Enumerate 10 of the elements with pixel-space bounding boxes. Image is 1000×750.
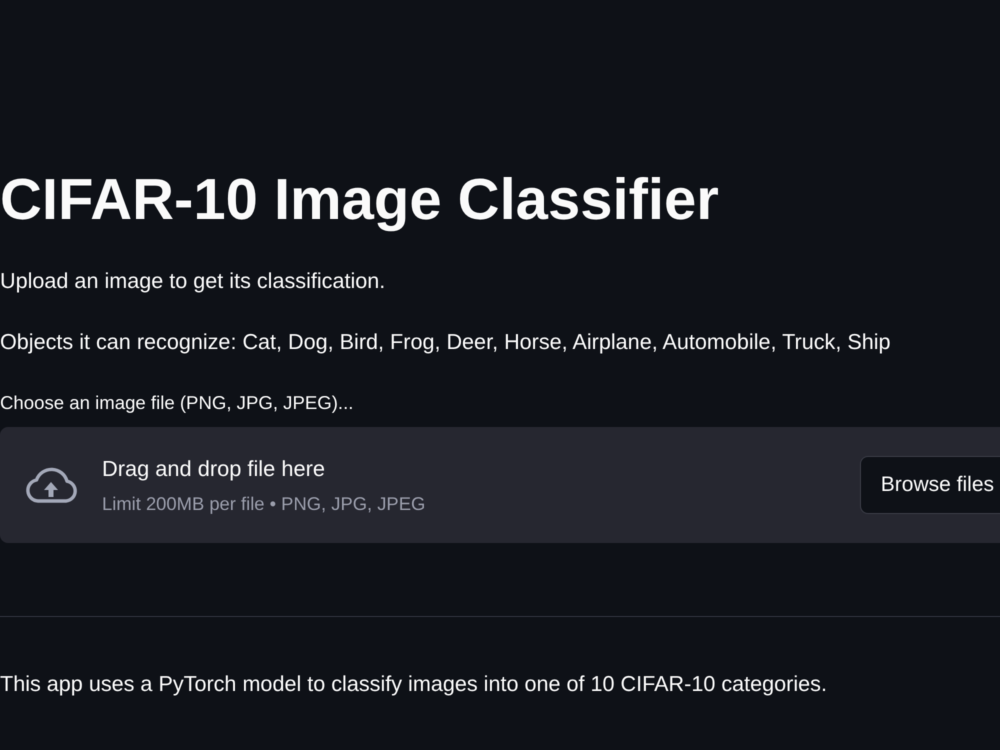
- browse-files-button[interactable]: Browse files: [860, 456, 1000, 514]
- file-limit-text: Limit 200MB per file • PNG, JPG, JPEG: [102, 492, 426, 514]
- page-title: CIFAR-10 Image Classifier: [0, 166, 719, 234]
- dropzone-instructions: Drag and drop file here: [102, 456, 325, 482]
- file-dropzone[interactable]: Drag and drop file here Limit 200MB per file • PNG, JPG, JPEG Browse files: [0, 427, 1000, 543]
- body-text: Objects it can recognize: Cat, Dog, Bird, Frog, Deer, Horse, Airplane, Automobile, Truck, Ship: [0, 328, 891, 356]
- footer-text: This app uses a PyTorch model to classify images into one of 10 CIFAR-10 categories.: [0, 670, 827, 698]
- body-text: Upload an image to get its classification.: [0, 267, 386, 295]
- cloud-upload-icon: [24, 466, 78, 504]
- uploader-label: Choose an image file (PNG, JPG, JPEG)...: [0, 391, 354, 415]
